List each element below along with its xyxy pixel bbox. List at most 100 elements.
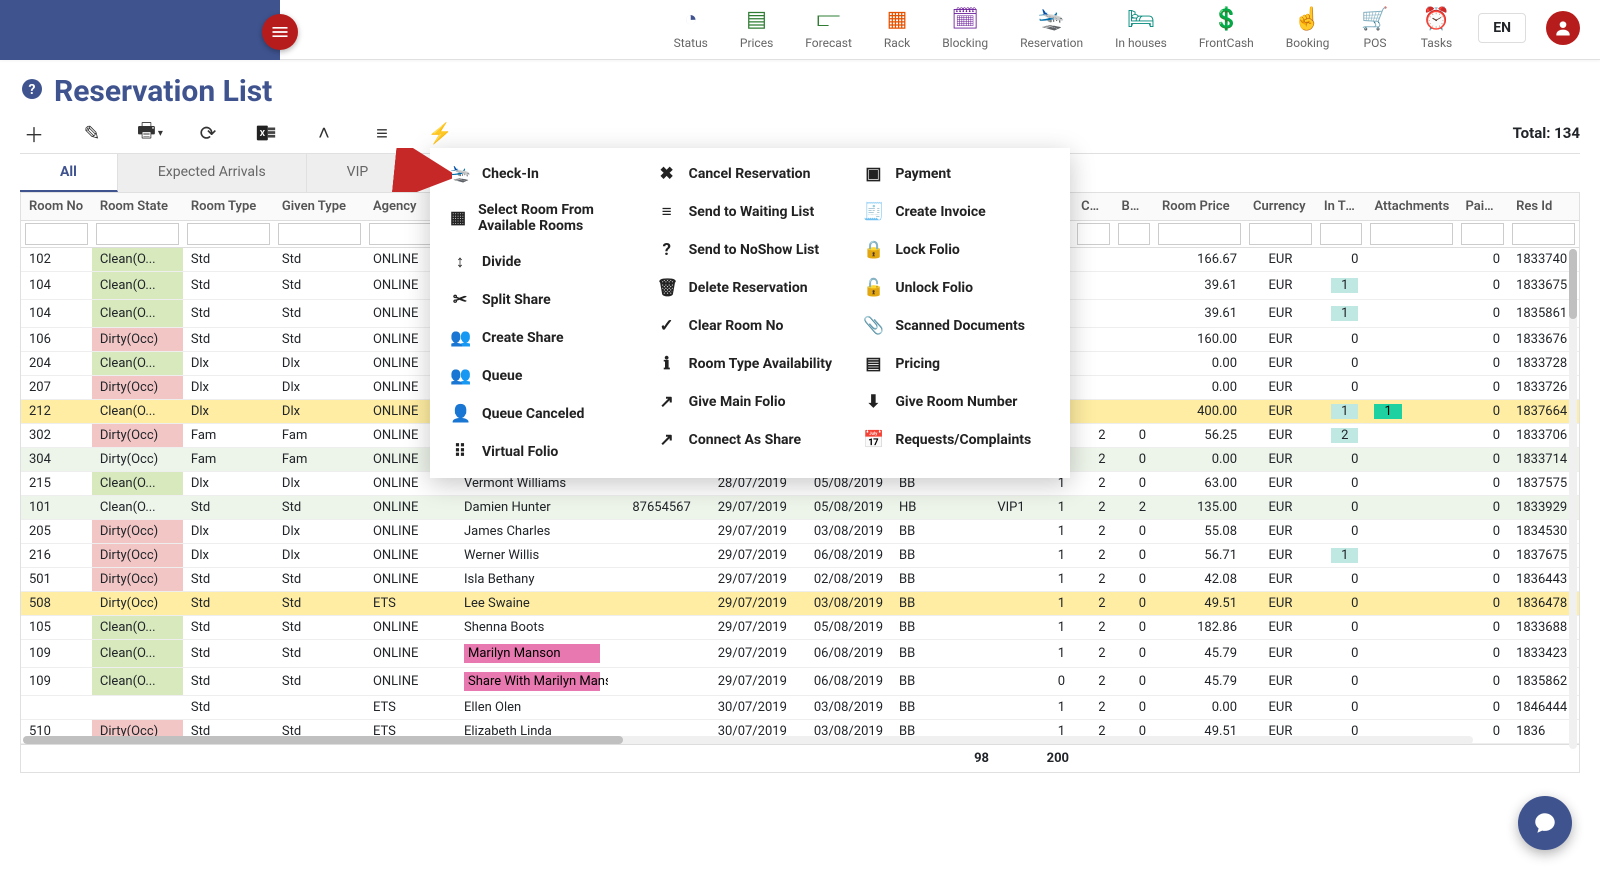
nav-tasks[interactable]: ⏰Tasks [1405,0,1469,56]
edit-button[interactable]: ✎ [78,119,106,147]
tab-all[interactable]: All [20,154,118,192]
nav-blocking[interactable]: 🗓Blocking [926,0,1004,56]
tab-expected-arrivals[interactable]: Expected Arrivals [118,154,307,192]
actions-button[interactable]: ⚡ [426,119,454,147]
menu-item-label: Pricing [895,356,940,372]
nav-label: Reservation [1020,36,1083,50]
table-row[interactable]: 216Dirty(Occ)DlxDlxONLINEWerner Willis29… [21,544,1579,568]
add-button[interactable]: ＋ [20,119,48,147]
col-filter-input[interactable] [1461,223,1504,245]
menu-item-room-type-availability[interactable]: ℹRoom Type Availability [657,352,844,376]
col-filter-input[interactable] [1077,223,1109,245]
menu-item-icon: 👥 [450,328,470,348]
table-row[interactable]: 101Clean(O...StdStdONLINEDamien Hunter87… [21,496,1579,520]
table-row[interactable]: StdETSEllen Olen30/07/201903/08/2019BB12… [21,696,1579,720]
export-excel-button[interactable]: X [252,119,280,147]
menu-item-queue[interactable]: 👥Queue [450,364,637,388]
col-filter-input[interactable] [187,223,270,245]
collapse-button[interactable]: ˄ [310,119,338,147]
nav-booking[interactable]: ☝Booking [1270,0,1346,56]
main-menu-button[interactable] [262,14,298,50]
nav-reservation[interactable]: 🛬Reservation [1004,0,1099,56]
nav-frontcash[interactable]: 💲FrontCash [1183,0,1270,56]
user-menu-button[interactable] [1546,11,1580,45]
menu-item-icon: 👥 [450,366,470,386]
refresh-button[interactable]: ⟳ [194,119,222,147]
col-filter-input[interactable] [278,223,361,245]
col-header[interactable]: Currency [1245,193,1316,221]
menu-item-label: Requests/Complaints [895,432,1031,448]
menu-item-lock-folio[interactable]: 🔒Lock Folio [863,238,1050,262]
table-row[interactable]: 105Clean(O...StdStdONLINEShenna Boots29/… [21,616,1579,640]
col-header[interactable]: In Trace [1316,193,1367,221]
language-selector[interactable]: EN [1478,13,1526,43]
menu-item-clear-room-no[interactable]: ✓Clear Room No [657,314,844,338]
col-filter-input[interactable] [25,223,88,245]
tab-vip[interactable]: VIP [307,154,410,192]
menu-item-label: Select Room From Available Rooms [478,202,637,234]
nav-forecast[interactable]: ⫍Forecast [789,0,868,56]
menu-item-scanned-documents[interactable]: 📎Scanned Documents [863,314,1050,338]
help-icon[interactable]: ? [20,77,44,107]
col-header[interactable]: Room Price [1154,193,1245,221]
menu-item-create-invoice[interactable]: 🧾Create Invoice [863,200,1050,224]
menu-item-give-main-folio[interactable]: ↗Give Main Folio [657,390,844,414]
nav-rack[interactable]: ▦Rack [868,0,926,56]
vertical-scrollbar[interactable] [1569,249,1577,749]
col-header[interactable]: Given Type [274,193,365,221]
nav-status[interactable]: ◔Status [658,0,724,56]
col-header[interactable]: Paid B [1457,193,1508,221]
col-filter-input[interactable] [1512,223,1575,245]
user-icon [1553,18,1573,38]
menu-item-cancel-reservation[interactable]: ✖Cancel Reservation [657,162,844,186]
col-header[interactable]: Room State [92,193,183,221]
menu-item-select-room-from-available-rooms[interactable]: ▦Select Room From Available Rooms [450,200,637,236]
menu-item-virtual-folio[interactable]: ⠿Virtual Folio [450,440,637,464]
menu-item-requests-complaints[interactable]: 📅 Requests/Complaints [863,428,1050,452]
nav-in-houses[interactable]: 🛏In houses [1099,0,1183,56]
chat-support-button[interactable] [1518,796,1572,850]
print-button[interactable]: 🖶▾ [136,119,164,147]
menu-item-pricing[interactable]: ▤Pricing [863,352,1050,376]
menu-item-split-share[interactable]: ✂Split Share [450,288,637,312]
col-header[interactable]: Child [1073,193,1113,221]
menu-item-delete-reservation[interactable]: 🗑Delete Reservation [657,276,844,300]
col-filter-input[interactable] [1158,223,1241,245]
menu-item-send-to-noshow-list[interactable]: ?Send to NoShow List [657,238,844,262]
menu-item-icon: 📅 [863,430,883,450]
col-header[interactable]: Attachments [1366,193,1457,221]
menu-item-icon: ✂ [450,290,470,310]
horizontal-scrollbar[interactable] [23,736,1473,744]
table-row[interactable]: 109Clean(O...StdStdONLINEMarilyn Manson2… [21,640,1579,668]
nav-prices[interactable]: ▤Prices [724,0,789,56]
top-nav: ◔Status▤Prices⫍Forecast▦Rack🗓Blocking🛬Re… [280,0,1600,56]
col-header[interactable]: Res Id [1508,193,1579,221]
menu-item-give-room-number[interactable]: ⬇Give Room Number [863,390,1050,414]
menu-item-unlock-folio[interactable]: 🔓Unlock Folio [863,276,1050,300]
menu-item-create-share[interactable]: 👥Create Share [450,326,637,350]
col-filter-input[interactable] [96,223,179,245]
menu-item-divide[interactable]: ↕Divide [450,250,637,274]
col-header[interactable]: Baby [1114,193,1154,221]
list-menu-button[interactable]: ≡ [368,119,396,147]
menu-item-payment[interactable]: ▣Payment [863,162,1050,186]
table-row[interactable]: 109Clean(O...StdStdONLINEShare With Mari… [21,668,1579,696]
table-row[interactable]: 508Dirty(Occ)StdStdETSLee Swaine29/07/20… [21,592,1579,616]
menu-item-queue-canceled[interactable]: 👤Queue Canceled [450,402,637,426]
col-header[interactable]: Room Type [183,193,274,221]
table-row[interactable]: 205Dirty(Occ)DlxDlxONLINEJames Charles29… [21,520,1579,544]
col-filter-input[interactable] [1370,223,1453,245]
col-filter-input[interactable] [1118,223,1150,245]
menu-item-connect-as-share[interactable]: ↗Connect As Share [657,428,844,452]
menu-item-check-in[interactable]: 🛬Check-In [450,162,637,186]
col-header[interactable]: Room No [21,193,92,221]
menu-item-label: Give Main Folio [689,394,786,410]
menu-item-send-to-waiting-list[interactable]: ≡Send to Waiting List [657,200,844,224]
menu-item-icon: ✓ [657,316,677,336]
col-filter-input[interactable] [1249,223,1312,245]
nav-label: Rack [884,36,910,50]
col-filter-input[interactable] [1320,223,1363,245]
table-row[interactable]: 501Dirty(Occ)StdStdONLINEIsla Bethany29/… [21,568,1579,592]
nav-label: Blocking [942,36,988,50]
nav-pos[interactable]: 🛒POS [1345,0,1404,56]
